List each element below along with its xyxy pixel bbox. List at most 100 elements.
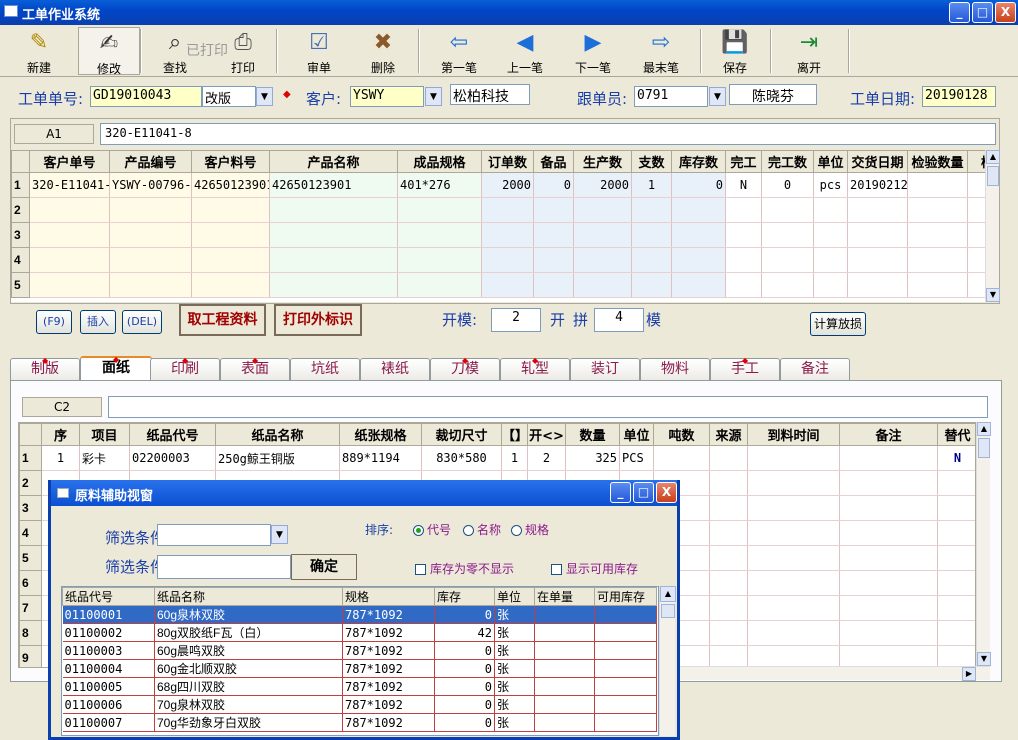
grid-cell[interactable] xyxy=(725,222,762,248)
toolbar-button-first-arrow[interactable]: ⇦ 第一笔 xyxy=(428,27,490,75)
grid-cell[interactable] xyxy=(813,247,848,273)
grid-cell[interactable] xyxy=(725,247,762,273)
grid-cell[interactable] xyxy=(709,620,748,646)
row-header[interactable]: 5 xyxy=(19,545,42,571)
grid-cell[interactable]: 889*1194 xyxy=(339,445,422,471)
grid-cell[interactable]: 1 xyxy=(501,445,528,471)
filter1-dropdown-icon[interactable]: ▼ xyxy=(271,525,288,544)
column-header[interactable]: 来源 xyxy=(709,423,748,446)
grid-cell[interactable]: 830*580 xyxy=(421,445,502,471)
grid-cell[interactable] xyxy=(839,595,938,621)
radio-spec[interactable] xyxy=(511,525,522,536)
dialog-minimize-button[interactable]: _ xyxy=(610,482,631,503)
list-item[interactable]: 01100001 60g泉林双胶 787*1092 0 张 xyxy=(62,605,657,624)
grid-cell[interactable] xyxy=(761,197,814,223)
grid-cell[interactable] xyxy=(839,495,938,521)
grid-cell[interactable] xyxy=(653,445,710,471)
column-header[interactable] xyxy=(19,423,42,446)
toolbar-button-review[interactable]: ☑ 审单 xyxy=(288,27,350,75)
grid-cell[interactable] xyxy=(573,197,632,223)
checkbox-box[interactable] xyxy=(415,564,426,575)
customer-dropdown-icon[interactable]: ▼ xyxy=(425,87,442,106)
grid-cell[interactable] xyxy=(747,495,840,521)
grid-cell[interactable] xyxy=(481,222,534,248)
grid-cell[interactable] xyxy=(937,545,975,571)
grid-cell[interactable]: 2000 xyxy=(481,172,534,198)
grid-cell[interactable]: 1 xyxy=(631,172,672,198)
grid-cell[interactable]: 42650123901 xyxy=(191,172,270,198)
grid-cell[interactable]: 2 xyxy=(527,445,566,471)
grid-cell[interactable] xyxy=(191,197,270,223)
scroll-up-icon[interactable]: ▲ xyxy=(660,586,676,602)
top-cell-editor[interactable]: 320-E11041-8 xyxy=(100,123,996,145)
order-date-field[interactable]: 20190128 xyxy=(922,86,996,107)
grid-cell[interactable] xyxy=(631,272,672,298)
column-header[interactable]: 纸品名称 xyxy=(154,587,343,606)
grid-cell[interactable] xyxy=(573,222,632,248)
row-header[interactable]: 2 xyxy=(11,197,30,223)
scroll-up-icon[interactable]: ▲ xyxy=(977,422,991,436)
paper-grid-scrollbar[interactable]: ▲ ▼ xyxy=(976,422,991,666)
column-header[interactable]: 客户料号 xyxy=(191,150,270,173)
column-header[interactable]: 生产数 xyxy=(573,150,632,173)
column-header[interactable]: 纸张规格 xyxy=(339,423,422,446)
product-grid-scrollbar[interactable]: ▲ ▼ xyxy=(985,150,1000,302)
grid-cell[interactable]: 彩卡 xyxy=(79,445,130,471)
row-header[interactable]: 4 xyxy=(19,520,42,546)
grid-cell[interactable] xyxy=(709,545,748,571)
toolbar-button-save[interactable]: 💾 保存 xyxy=(704,27,766,75)
column-header[interactable]: 数量 xyxy=(565,423,620,446)
grid-cell[interactable] xyxy=(937,620,975,646)
grid-cell[interactable] xyxy=(109,272,192,298)
row-header[interactable]: 4 xyxy=(11,247,30,273)
tab-1[interactable]: ◆ 制版 xyxy=(10,356,80,380)
column-header[interactable]: 产品名称 xyxy=(269,150,398,173)
grid-cell[interactable]: 20190212 xyxy=(847,172,908,198)
column-header[interactable]: 可用库存 xyxy=(594,587,657,606)
grid-cell[interactable] xyxy=(29,272,110,298)
sort-option-code[interactable]: 代号 xyxy=(413,521,451,538)
column-header[interactable]: 裁切尺寸 xyxy=(421,423,502,446)
list-item[interactable]: 01100005 68g四川双胶 787*1092 0 张 xyxy=(62,677,657,696)
grid-cell[interactable] xyxy=(481,197,534,223)
del-button[interactable]: (DEL) xyxy=(122,310,162,334)
mode-select[interactable]: 改版 xyxy=(202,86,256,107)
column-header[interactable]: 纸品代号 xyxy=(62,587,155,606)
toolbar-button-new[interactable]: ✎ 新建 xyxy=(8,27,70,75)
column-header[interactable]: 订单数 xyxy=(481,150,534,173)
grid-cell[interactable] xyxy=(937,520,975,546)
scroll-right-icon[interactable]: ▶ xyxy=(962,667,976,681)
grid-cell[interactable] xyxy=(937,645,975,667)
list-item[interactable]: 01100003 60g晨鸣双胶 787*1092 0 张 xyxy=(62,641,657,660)
grid-cell[interactable] xyxy=(747,595,840,621)
grid-cell[interactable] xyxy=(839,470,938,496)
grid-cell[interactable] xyxy=(847,197,908,223)
follower-dropdown-icon[interactable]: ▼ xyxy=(709,87,726,106)
grid-cell[interactable] xyxy=(191,222,270,248)
tab-9[interactable]: 装订 xyxy=(570,358,640,380)
grid-cell[interactable] xyxy=(907,172,968,198)
grid-cell[interactable] xyxy=(967,247,985,273)
grid-cell[interactable]: 02200003 xyxy=(129,445,216,471)
radio-code[interactable] xyxy=(413,525,424,536)
column-header[interactable]: 单位 xyxy=(494,587,535,606)
scroll-thumb[interactable] xyxy=(978,438,990,458)
list-item[interactable]: 01100006 70g泉林双胶 787*1092 0 张 xyxy=(62,695,657,714)
grid-cell[interactable]: 0 xyxy=(533,172,574,198)
grid-cell[interactable] xyxy=(709,570,748,596)
row-header[interactable]: 3 xyxy=(19,495,42,521)
customer-code-field[interactable]: YSWY xyxy=(350,86,424,107)
grid-cell[interactable] xyxy=(813,272,848,298)
column-header[interactable]: 纸品代号 xyxy=(129,423,216,446)
column-header[interactable]: 库存 xyxy=(434,587,495,606)
column-header[interactable]: 支数 xyxy=(631,150,672,173)
grid-cell[interactable] xyxy=(631,247,672,273)
grid-cell[interactable] xyxy=(397,222,482,248)
grid-cell[interactable] xyxy=(709,645,748,667)
tab-11[interactable]: ◆ 手工 xyxy=(710,356,780,380)
tab-12[interactable]: 备注 xyxy=(780,358,850,380)
grid-cell[interactable] xyxy=(397,247,482,273)
f9-button[interactable]: (F9) xyxy=(36,310,72,334)
grid-cell[interactable]: pcs xyxy=(813,172,848,198)
column-header[interactable]: 到料时间 xyxy=(747,423,840,446)
